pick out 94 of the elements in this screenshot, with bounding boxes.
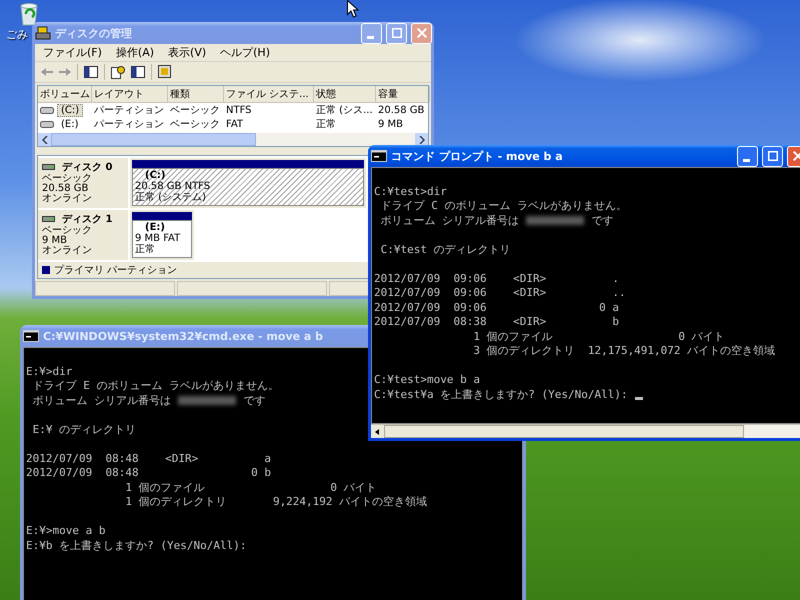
menu-item[interactable]: 操作(A) [110, 44, 160, 61]
menu-item[interactable]: ファイル(F) [37, 44, 108, 61]
column-header[interactable]: レイアウト [92, 86, 168, 102]
column-header[interactable]: ファイル システ... [224, 86, 314, 102]
maximize-button[interactable] [762, 146, 783, 166]
console-line: E:¥ のディレクトリ [32, 422, 136, 437]
panel-icon[interactable] [131, 66, 145, 78]
console-line: E:¥>move a b [26, 524, 106, 538]
partition-status: 正常 [135, 244, 156, 256]
window-title: コマンド プロンプト - move b a [391, 148, 564, 164]
minimize-icon [742, 158, 750, 162]
table-cell-text: 9 MB [377, 118, 404, 131]
disk-size: 9 MB [42, 236, 68, 246]
minimize-button[interactable] [737, 146, 758, 166]
maximize-icon [768, 151, 778, 161]
table-cell-text: NTFS [225, 104, 253, 117]
close-icon [416, 28, 426, 38]
console-line: ボリューム シリアル番号は [380, 214, 520, 228]
console-line: です [591, 214, 614, 228]
drive-icon [40, 120, 54, 128]
legend-label: プライマリ パーティション [54, 264, 178, 278]
table-cell-text: 正常 [315, 118, 337, 131]
table-cell-text: ベーシック [169, 118, 221, 131]
console-line: C:¥test>dir [374, 184, 447, 199]
table-cell-text: 正常 (シス... [315, 104, 374, 117]
table-cell-text: 20.58 GB [377, 104, 426, 117]
console-line: 2012/07/09 09:06 <DIR> .. [374, 286, 626, 300]
menu-item[interactable]: 表示(V) [162, 44, 212, 61]
drive-icon [40, 106, 54, 114]
disk-name: ディスク 0 [62, 161, 112, 174]
table-cell-text: パーティション [93, 104, 165, 117]
console-line: 2012/07/09 08:48 0 b [26, 466, 272, 480]
partition-block[interactable]: (E:) 9 MB FAT 正常 [130, 210, 194, 260]
column-header[interactable]: 容量 [376, 86, 430, 102]
console-line: 3 個のディレクトリ 12,175,491,072 バイトの空き領域 [472, 344, 776, 358]
console-line: C:¥test>move b a [374, 373, 480, 388]
close-icon [792, 151, 800, 161]
column-header[interactable]: 種類 [168, 86, 224, 102]
console-line: C:¥test¥a を上書きしますか? (Yes/No/All): [374, 388, 628, 402]
console-line: 1 個のファイル 0 バイト [124, 480, 377, 495]
redacted-serial [178, 396, 236, 406]
column-header[interactable]: 状態 [314, 86, 376, 102]
partition-info: 20.58 GB NTFS [135, 181, 212, 192]
horizontal-scrollbar[interactable] [38, 133, 428, 146]
maximize-icon [392, 28, 402, 38]
console-line: ドライブ E のボリューム ラベルがありません。 [32, 379, 280, 394]
menu-item[interactable]: ヘルプ(H) [214, 44, 276, 61]
disk-name: ディスク 1 [62, 213, 112, 226]
partition-status: 正常 (システム) [135, 192, 207, 204]
console-line: 2012/07/09 09:06 0 a [374, 300, 620, 315]
console-line: E:¥>dir [26, 364, 72, 379]
disk-type: ベーシック [42, 174, 93, 184]
table-cell-text: ベーシック [169, 104, 221, 117]
volume-name[interactable]: (C:) [57, 104, 84, 117]
legend-swatch [42, 266, 50, 274]
scroll-left-icon[interactable] [375, 428, 380, 434]
scroll-right-icon[interactable] [418, 136, 424, 144]
console-line: ドライブ C のボリューム ラベルがありません。 [380, 199, 628, 214]
disk-status: オンライン [42, 194, 93, 204]
volume-name[interactable]: (E:) [57, 118, 82, 131]
disk-info-panel[interactable]: ディスク 0 ベーシック 20.58 GB オンライン [38, 158, 128, 208]
window-title: ディスクの管理 [55, 26, 133, 40]
partition-label: (E:) [144, 222, 166, 234]
console-line: E:¥b を上書きしますか? (Yes/No/All): [26, 538, 246, 553]
recycle-bin-icon[interactable] [18, 2, 40, 26]
console-line: です [243, 394, 266, 408]
disk-management-icon [35, 25, 51, 41]
horizontal-scrollbar[interactable] [371, 424, 800, 438]
redacted-serial [526, 216, 584, 226]
disk-size: 20.58 GB [42, 184, 88, 194]
table-cell-text: FAT [225, 118, 244, 131]
console-icon [371, 150, 387, 162]
mouse-pointer-icon [347, 0, 359, 18]
window-title: C:¥WINDOWS¥system32¥cmd.exe - move a b [43, 330, 324, 342]
partition-label: (C:) [144, 170, 166, 182]
recycle-bin-label: ごみ [6, 27, 28, 42]
minimize-icon [366, 36, 374, 38]
partition-block[interactable]: (C:) 20.58 GB NTFS 正常 (システム) [130, 158, 366, 208]
console-line: 2012/07/09 08:48 <DIR> a [26, 452, 272, 466]
console-line: 2012/07/09 09:06 <DIR> . [374, 272, 620, 286]
disk-type: ベーシック [42, 226, 93, 236]
disk-status: オンライン [42, 246, 93, 256]
column-header[interactable]: ボリューム [38, 86, 92, 102]
console-icon [23, 330, 39, 342]
disk-info-panel[interactable]: ディスク 1 ベーシック 9 MB オンライン [38, 210, 128, 260]
partition-info: 9 MB FAT [135, 233, 182, 244]
table-cell-text: パーティション [93, 118, 165, 131]
console-line: 1 個のファイル 0 バイト [472, 330, 725, 344]
console-line: 1 個のディレクトリ 9,224,192 バイトの空き領域 [124, 495, 428, 510]
console-line: C:¥test のディレクトリ [380, 242, 511, 257]
console-line: ボリューム シリアル番号は [32, 394, 172, 408]
console-line: 2012/07/09 08:38 <DIR> b [374, 315, 620, 330]
panel-icon[interactable] [84, 66, 98, 78]
scroll-left-icon[interactable] [42, 136, 48, 144]
